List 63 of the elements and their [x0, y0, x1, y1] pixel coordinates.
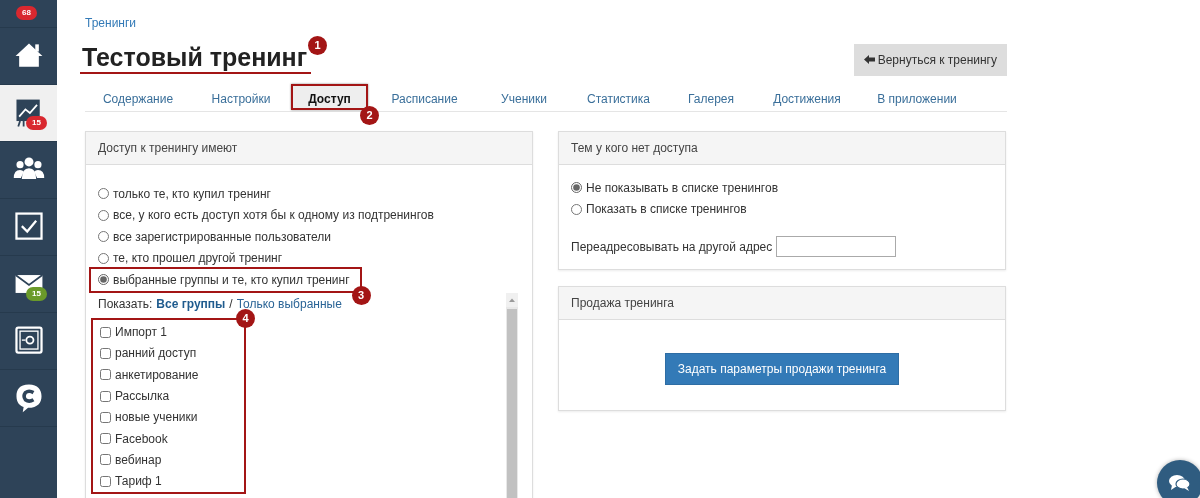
notification-badge: 68 — [16, 6, 37, 20]
scrollbar[interactable] — [506, 292, 518, 498]
tab[interactable]: Доступ — [291, 84, 368, 110]
page-title: Тестовый тренинг — [80, 42, 312, 74]
panel-title: Доступ к тренингу имеют — [86, 132, 532, 165]
checkbox-label[interactable]: вебинар — [115, 450, 162, 469]
annotation-marker: 2 — [360, 106, 379, 125]
filter-link[interactable]: Все группы — [156, 294, 226, 313]
breadcrumb-link[interactable]: Тренинги — [85, 14, 137, 32]
chat-button[interactable] — [1157, 460, 1200, 498]
radio-label[interactable]: все зарегистрированные пользователи — [113, 227, 332, 246]
radio-button[interactable] — [98, 252, 109, 264]
radio-button[interactable] — [571, 182, 582, 194]
radio-button[interactable] — [571, 203, 582, 215]
tab[interactable]: Статистика — [567, 84, 670, 110]
radio-label[interactable]: только те, кто купил тренинг — [113, 184, 271, 203]
sale-settings-button[interactable]: Задать параметры продажи тренинга — [664, 353, 900, 385]
checkbox-label[interactable]: анкетирование — [115, 365, 199, 384]
annotation-marker: 3 — [351, 285, 371, 305]
redirect-field[interactable] — [776, 236, 897, 257]
radio-label[interactable]: все, у кого есть доступ хотя бы к одному из подтренингов — [113, 206, 434, 225]
radio-label[interactable]: выбранные группы и те, кто купил тренинг — [113, 270, 350, 289]
checkbox-label[interactable]: Рассылка — [115, 387, 170, 406]
field-label: Переадресовывать на другой адрес — [571, 238, 773, 256]
radio-label[interactable]: Не показывать в списке тренингов — [586, 178, 779, 197]
checkbox[interactable] — [100, 475, 111, 487]
notification-badge: 15 — [26, 116, 47, 130]
checkbox-label[interactable]: Facebook — [115, 429, 168, 448]
tab[interactable]: Содержание — [85, 84, 191, 110]
tab[interactable]: Достижения — [752, 84, 862, 110]
checkbox-label[interactable]: ранний доступ — [115, 344, 197, 363]
radio-button[interactable] — [98, 188, 109, 200]
tab[interactable]: Галерея — [670, 84, 752, 110]
tab[interactable]: Настройки — [191, 84, 291, 110]
checkbox[interactable] — [100, 390, 111, 402]
tab[interactable]: В приложении — [862, 84, 972, 110]
checkbox[interactable] — [100, 433, 111, 445]
checkbox-label[interactable]: Тариф 1 — [115, 472, 162, 491]
back-button[interactable]: Вернуться к тренингу — [853, 44, 1007, 76]
chat-icon — [1168, 473, 1192, 493]
checkbox-label[interactable]: новые ученики — [115, 408, 198, 427]
panel-title: Продажа тренинга — [559, 287, 1005, 320]
checkbox[interactable] — [100, 347, 111, 359]
annotation-marker: 4 — [236, 308, 255, 328]
radio-button[interactable] — [98, 209, 109, 221]
sidebar-item[interactable]: 15 — [0, 85, 57, 142]
checkbox[interactable] — [100, 326, 111, 338]
scroll-up-icon[interactable] — [506, 292, 518, 307]
checkbox[interactable] — [100, 454, 111, 466]
filter-label: Показать: — [98, 295, 153, 313]
notification-badge: 15 — [26, 287, 47, 301]
radio-label[interactable]: те, кто прошел другой тренинг — [113, 249, 283, 268]
panel-title: Тем у кого нет доступа — [559, 132, 1005, 165]
radio-button[interactable] — [98, 231, 109, 243]
annotation-marker: 1 — [308, 36, 328, 55]
checkbox-label[interactable]: Импорт 1 — [115, 323, 167, 342]
radio-label[interactable]: Показать в списке тренингов — [586, 200, 747, 219]
radio-button[interactable] — [98, 274, 109, 286]
checkbox[interactable] — [100, 411, 111, 423]
checkbox[interactable] — [100, 369, 111, 381]
arrow-left-icon — [863, 55, 875, 64]
tab[interactable]: Ученики — [481, 84, 567, 110]
separator-text: / — [229, 295, 233, 313]
